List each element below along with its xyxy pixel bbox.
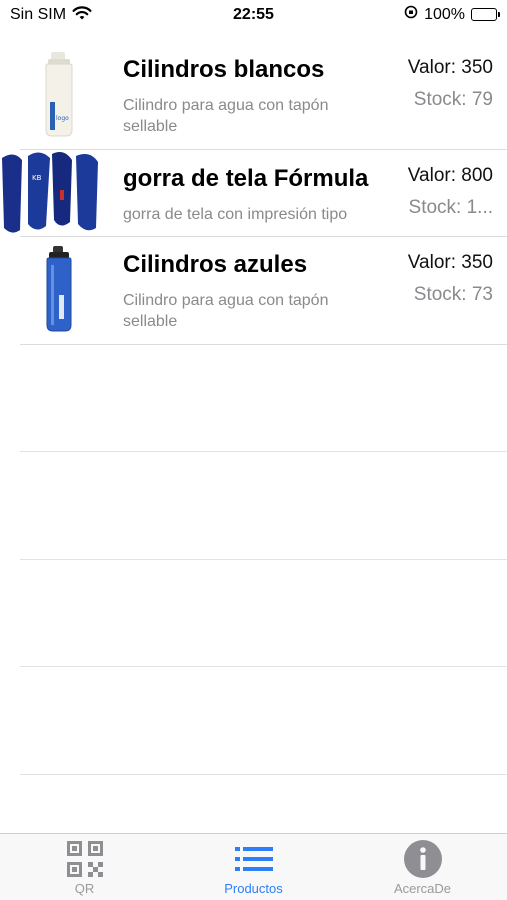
product-title: Cilindros azules bbox=[123, 251, 308, 278]
orientation-lock-icon bbox=[404, 5, 418, 24]
product-stock: Stock: 1... bbox=[408, 197, 493, 218]
tab-label: AcercaDe bbox=[393, 881, 452, 896]
battery-percent: 100% bbox=[424, 5, 465, 23]
tab-acercade[interactable]: AcercaDe bbox=[338, 834, 507, 900]
white-bottle-image: logo bbox=[20, 50, 102, 138]
product-row[interactable]: logo Cilindros blancos Cilindro para agu… bbox=[20, 42, 507, 150]
product-row[interactable]: Cilindros azules Cilindro para agua con … bbox=[20, 237, 507, 345]
info-icon bbox=[403, 839, 443, 884]
empty-row-separator bbox=[20, 451, 507, 452]
qr-code-icon bbox=[66, 840, 104, 883]
tab-qr[interactable]: QR bbox=[0, 834, 169, 900]
product-list: logo Cilindros blancos Cilindro para agu… bbox=[0, 42, 507, 345]
product-title: Cilindros blancos bbox=[123, 56, 325, 83]
svg-text:KB: KB bbox=[32, 174, 42, 182]
status-right: 100% bbox=[404, 5, 500, 24]
product-stock: Stock: 73 bbox=[413, 284, 493, 305]
product-price: Valor: 350 bbox=[407, 57, 493, 78]
product-row[interactable]: KB gorra de tela Fórmula gorra de tela c… bbox=[2, 150, 507, 237]
status-bar: Sin SIM 22:55 100% bbox=[0, 0, 507, 32]
list-icon bbox=[234, 844, 274, 879]
product-price: Valor: 800 bbox=[407, 165, 493, 186]
empty-row-separator bbox=[20, 774, 507, 775]
empty-row-separator bbox=[20, 559, 507, 560]
product-stock: Stock: 79 bbox=[413, 89, 493, 110]
battery-icon bbox=[471, 8, 500, 21]
tab-bar: QR Productos AcercaDe bbox=[0, 833, 507, 900]
product-description: gorra de tela con impresión tipo bbox=[123, 206, 348, 223]
blue-caps-image: KB bbox=[0, 150, 102, 236]
empty-row-separator bbox=[20, 666, 507, 667]
tab-productos[interactable]: Productos bbox=[169, 834, 338, 900]
tab-label: QR bbox=[74, 881, 95, 896]
tab-label: Productos bbox=[224, 881, 283, 896]
blue-bottle-image bbox=[20, 245, 102, 333]
svg-text:logo: logo bbox=[56, 115, 69, 122]
product-description: Cilindro para agua con tapón sellable bbox=[123, 292, 329, 330]
product-description: Cilindro para agua con tapón sellable bbox=[123, 97, 329, 135]
product-title: gorra de tela Fórmula bbox=[123, 165, 369, 192]
product-price: Valor: 350 bbox=[407, 252, 493, 273]
